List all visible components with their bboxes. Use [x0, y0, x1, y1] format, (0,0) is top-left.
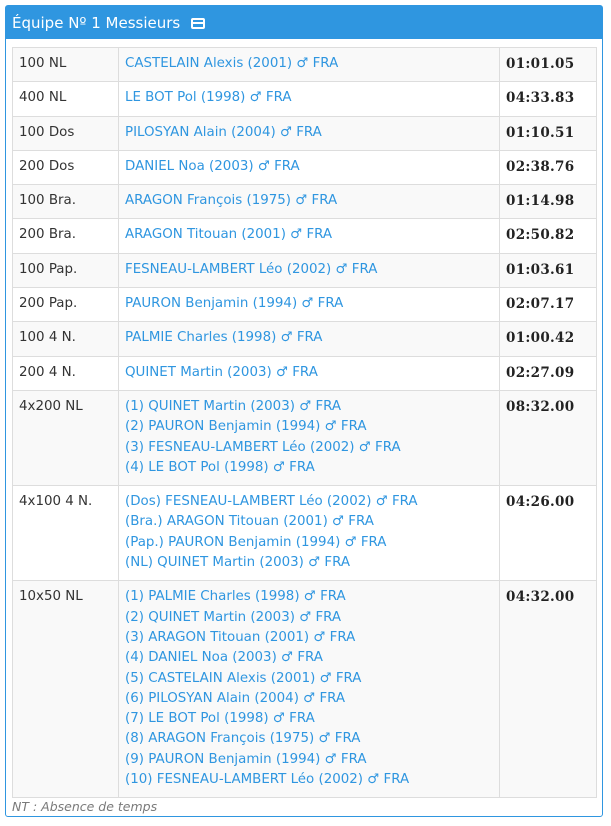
swimmer-link[interactable]: DANIEL Noa (2003) ♂ FRA: [125, 157, 493, 177]
event-cell: 100 NL: [12, 46, 119, 83]
table-row: 4x200 NL (1) QUINET Martin (2003) ♂ FRA (2…: [12, 389, 597, 487]
swimmers-cell: (Dos) FESNEAU-LAMBERT Léo (2002) ♂ FRA (B…: [118, 485, 500, 582]
swimmer-link[interactable]: (Pap.) PAURON Benjamin (1994) ♂ FRA: [125, 533, 493, 553]
time-cell: 04:26.00: [499, 485, 597, 582]
swimmers-cell: DANIEL Noa (2003) ♂ FRA: [118, 149, 500, 186]
results-table-body: 100 NL CASTELAIN Alexis (2001) ♂ FRA 01:01…: [12, 46, 597, 799]
swimmer-link[interactable]: (9) PAURON Benjamin (1994) ♂ FRA: [125, 750, 493, 770]
swimmer-link[interactable]: ARAGON Titouan (2001) ♂ FRA: [125, 225, 493, 245]
swimmers-cell: QUINET Martin (2003) ♂ FRA: [118, 355, 500, 391]
swimmer-link[interactable]: ARAGON François (1975) ♂ FRA: [125, 191, 493, 211]
swimmer-link[interactable]: (Dos) FESNEAU-LAMBERT Léo (2002) ♂ FRA: [125, 492, 493, 512]
id-card-icon: [191, 18, 206, 29]
swimmer-link[interactable]: FESNEAU-LAMBERT Léo (2002) ♂ FRA: [125, 260, 493, 280]
swimmer-link[interactable]: (1) QUINET Martin (2003) ♂ FRA: [125, 397, 493, 417]
swimmer-link[interactable]: CASTELAIN Alexis (2001) ♂ FRA: [125, 54, 493, 74]
swimmer-link[interactable]: (10) FESNEAU-LAMBERT Léo (2002) ♂ FRA: [125, 770, 493, 790]
swimmer-link[interactable]: (2) QUINET Martin (2003) ♂ FRA: [125, 608, 493, 628]
swimmers-cell: PALMIE Charles (1998) ♂ FRA: [118, 321, 500, 357]
event-cell: 100 Bra.: [12, 184, 119, 220]
swimmer-link[interactable]: (6) PILOSYAN Alain (2004) ♂ FRA: [125, 689, 493, 709]
time-cell: 02:50.82: [499, 218, 597, 254]
time-cell: 01:10.51: [499, 115, 597, 151]
footnote: NT : Absence de temps: [12, 799, 158, 815]
event-cell: 100 Pap.: [12, 252, 119, 289]
panel-title: Équipe Nº 1 Messieurs: [12, 13, 181, 32]
time-cell: 02:07.17: [499, 287, 597, 323]
time-cell: 01:00.42: [499, 321, 597, 357]
swimmer-link[interactable]: (Bra.) ARAGON Titouan (2001) ♂ FRA: [125, 512, 493, 532]
swimmer-link[interactable]: (7) LE BOT Pol (1998) ♂ FRA: [125, 709, 493, 729]
time-cell: 02:27.09: [499, 355, 597, 391]
event-cell: 200 4 N.: [12, 355, 119, 391]
swimmer-link[interactable]: (NL) QUINET Martin (2003) ♂ FRA: [125, 553, 493, 573]
table-row: 100 Pap. FESNEAU-LAMBERT Léo (2002) ♂ FRA…: [12, 252, 597, 289]
swimmers-cell: (1) PALMIE Charles (1998) ♂ FRA (2) QUINE…: [118, 580, 500, 799]
swimmers-cell: FESNEAU-LAMBERT Léo (2002) ♂ FRA: [118, 252, 500, 289]
panel-header: Équipe Nº 1 Messieurs: [6, 6, 602, 39]
swimmer-link[interactable]: (3) ARAGON Titouan (2001) ♂ FRA: [125, 628, 493, 648]
swimmers-cell: ARAGON François (1975) ♂ FRA: [118, 184, 500, 220]
swimmer-link[interactable]: (4) LE BOT Pol (1998) ♂ FRA: [125, 458, 493, 478]
table-row: 200 4 N. QUINET Martin (2003) ♂ FRA 02:27.…: [12, 355, 597, 391]
table-row: 200 Bra. ARAGON Titouan (2001) ♂ FRA 02:50…: [12, 218, 597, 254]
table-row: 100 Dos PILOSYAN Alain (2004) ♂ FRA 01:10.…: [12, 115, 597, 151]
swimmer-link[interactable]: PAURON Benjamin (1994) ♂ FRA: [125, 294, 493, 314]
time-cell: 01:01.05: [499, 46, 597, 83]
swimmer-link[interactable]: PILOSYAN Alain (2004) ♂ FRA: [125, 123, 493, 143]
swimmers-cell: PAURON Benjamin (1994) ♂ FRA: [118, 287, 500, 323]
swimmer-link[interactable]: (4) DANIEL Noa (2003) ♂ FRA: [125, 648, 493, 668]
event-cell: 4x200 NL: [12, 389, 119, 487]
table-row: 10x50 NL (1) PALMIE Charles (1998) ♂ FRA(…: [12, 580, 597, 799]
table-row: 200 Pap. PAURON Benjamin (1994) ♂ FRA 02:0…: [12, 287, 597, 323]
time-cell: 01:03.61: [499, 252, 597, 289]
event-cell: 4x100 4 N.: [12, 485, 119, 582]
swimmers-cell: PILOSYAN Alain (2004) ♂ FRA: [118, 115, 500, 151]
swimmer-link[interactable]: (1) PALMIE Charles (1998) ♂ FRA: [125, 587, 493, 607]
event-cell: 400 NL: [12, 81, 119, 117]
swimmer-link[interactable]: (2) PAURON Benjamin (1994) ♂ FRA: [125, 417, 493, 437]
table-row: 100 4 N. PALMIE Charles (1998) ♂ FRA 01:00…: [12, 321, 597, 357]
table-row: 100 Bra. ARAGON François (1975) ♂ FRA 01:1…: [12, 184, 597, 220]
table-row: 200 Dos DANIEL Noa (2003) ♂ FRA 02:38.76: [12, 149, 597, 186]
event-cell: 100 Dos: [12, 115, 119, 151]
table-row: 4x100 4 N. (Dos) FESNEAU-LAMBERT Léo (200…: [12, 485, 597, 582]
swimmer-link[interactable]: (3) FESNEAU-LAMBERT Léo (2002) ♂ FRA: [125, 438, 493, 458]
table-row: 100 NL CASTELAIN Alexis (2001) ♂ FRA 01:01…: [12, 46, 597, 83]
swimmer-link[interactable]: PALMIE Charles (1998) ♂ FRA: [125, 328, 493, 348]
event-cell: 10x50 NL: [12, 580, 119, 799]
time-cell: 02:38.76: [499, 149, 597, 186]
swimmer-link[interactable]: QUINET Martin (2003) ♂ FRA: [125, 363, 493, 383]
team-panel: Équipe Nº 1 Messieurs 100 NL CASTELAIN Al…: [5, 5, 603, 817]
swimmer-link[interactable]: (8) ARAGON François (1975) ♂ FRA: [125, 729, 493, 749]
swimmers-cell: ARAGON Titouan (2001) ♂ FRA: [118, 218, 500, 254]
swimmer-link[interactable]: (5) CASTELAIN Alexis (2001) ♂ FRA: [125, 669, 493, 689]
time-cell: 04:33.83: [499, 81, 597, 117]
event-cell: 200 Dos: [12, 149, 119, 186]
event-cell: 100 4 N.: [12, 321, 119, 357]
panel-body: 100 NL CASTELAIN Alexis (2001) ♂ FRA 01:01…: [6, 39, 602, 814]
swimmers-cell: LE BOT Pol (1998) ♂ FRA: [118, 81, 500, 117]
time-cell: 08:32.00: [499, 389, 597, 487]
swimmers-cell: CASTELAIN Alexis (2001) ♂ FRA: [118, 46, 500, 83]
results-table: 100 NL CASTELAIN Alexis (2001) ♂ FRA 01:01…: [12, 46, 597, 799]
event-cell: 200 Pap.: [12, 287, 119, 323]
time-cell: 01:14.98: [499, 184, 597, 220]
table-row: 400 NL LE BOT Pol (1998) ♂ FRA 04:33.83: [12, 81, 597, 117]
swimmer-link[interactable]: LE BOT Pol (1998) ♂ FRA: [125, 88, 493, 108]
event-cell: 200 Bra.: [12, 218, 119, 254]
swimmers-cell: (1) QUINET Martin (2003) ♂ FRA (2) PAURON…: [118, 389, 500, 487]
time-cell: 04:32.00: [499, 580, 597, 799]
